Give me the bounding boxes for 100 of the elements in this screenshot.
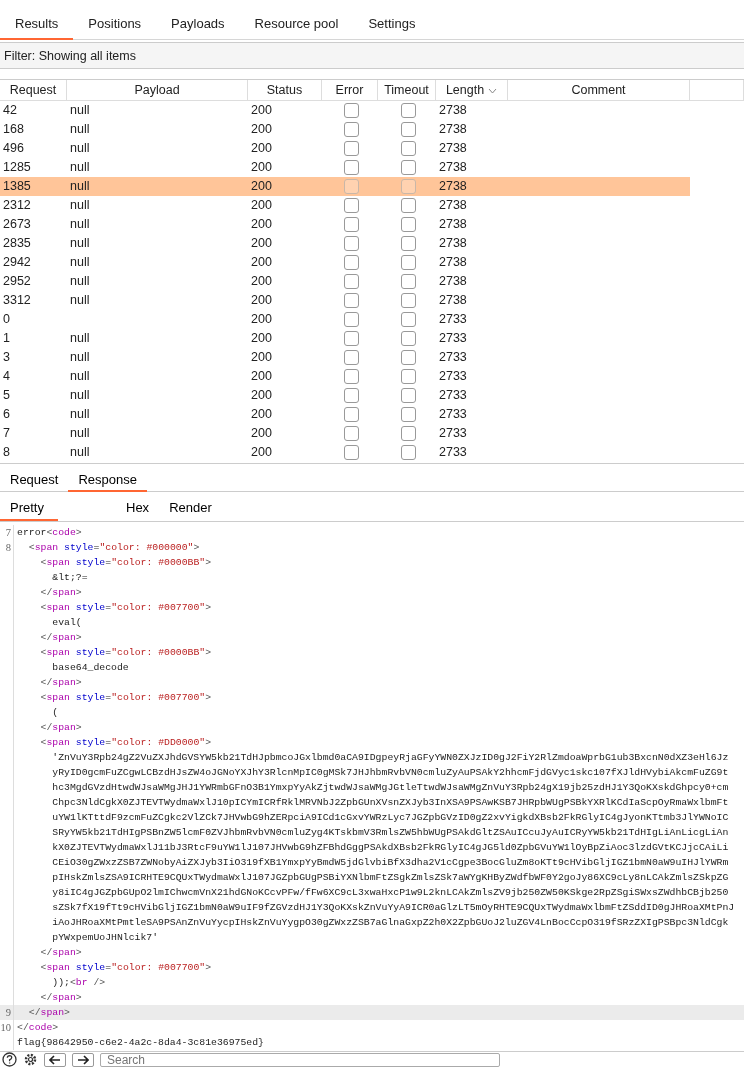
column-header[interactable]: Comment	[508, 80, 690, 101]
back-button[interactable]	[44, 1052, 66, 1067]
tab[interactable]: Settings	[353, 9, 431, 40]
table-row[interactable]: 496 null 200 2738	[0, 139, 744, 158]
table-row[interactable]: 2835 null 200 2738	[0, 234, 744, 253]
checkbox[interactable]	[401, 407, 416, 422]
table-row[interactable]: 168 null 200 2738	[0, 120, 744, 139]
checkbox[interactable]	[401, 388, 416, 403]
table-row[interactable]: 3 null 200 2733	[0, 348, 744, 367]
filter-bar[interactable]: Filter: Showing all items	[0, 42, 744, 69]
table-cell: null	[70, 160, 90, 174]
table-cell: 0	[3, 312, 10, 326]
checkbox[interactable]	[401, 179, 416, 194]
tab[interactable]: Payloads	[156, 9, 240, 40]
tab[interactable]: Hex	[116, 496, 160, 521]
checkbox[interactable]	[344, 388, 359, 403]
tab[interactable]: Request	[0, 470, 69, 492]
table-row[interactable]: 1 null 200 2733	[0, 329, 744, 348]
checkbox[interactable]	[344, 312, 359, 327]
checkbox[interactable]	[401, 103, 416, 118]
checkbox[interactable]	[401, 293, 416, 308]
checkbox[interactable]	[401, 274, 416, 289]
table-cell: 2738	[439, 179, 467, 193]
search-field[interactable]: Search	[100, 1052, 500, 1067]
code-line: sZSk7fX19fTt9cHVibGljIGZ1bmN0aW9uIF9fZGVzdHJ1Y3QoKXskZnVuYyA9ICR0aGlzLT5mOyRHTE9CQUxTWydmaWxlbmFtZSddID0gJHRoaXMtPnJ	[51, 901, 735, 915]
code-line: <span style="color: #DD0000">	[39, 736, 212, 750]
table-row[interactable]: 8 null 200 2733	[0, 443, 744, 462]
code-line: </span>	[39, 586, 82, 600]
checkbox[interactable]	[344, 407, 359, 422]
column-header[interactable]: Error	[322, 80, 378, 101]
table-row[interactable]: 0 200 2733	[0, 310, 744, 329]
table-row[interactable]: 5 null 200 2733	[0, 386, 744, 405]
table-cell: 2835	[3, 236, 31, 250]
help-icon[interactable]	[2, 1052, 17, 1067]
table-cell: 2733	[439, 312, 467, 326]
checkbox[interactable]	[344, 198, 359, 213]
column-header[interactable]: Timeout	[378, 80, 436, 101]
table-row[interactable]: 2312 null 200 2738	[0, 196, 744, 215]
forward-button[interactable]	[72, 1052, 94, 1067]
tab[interactable]: Pretty	[0, 496, 58, 521]
checkbox[interactable]	[344, 293, 359, 308]
table-row[interactable]: 1285 null 200 2738	[0, 158, 744, 177]
checkbox[interactable]	[344, 236, 359, 251]
settings-icon[interactable]	[23, 1052, 38, 1067]
table-cell: 200	[251, 103, 272, 117]
tab[interactable]: Response	[68, 470, 147, 492]
checkbox[interactable]	[344, 255, 359, 270]
table-row[interactable]: 3312 null 200 2738	[0, 291, 744, 310]
table-cell: 200	[251, 217, 272, 231]
tab[interactable]: Resource pool	[239, 9, 354, 40]
checkbox[interactable]	[344, 350, 359, 365]
table-row[interactable]: 6 null 200 2733	[0, 405, 744, 424]
table-row[interactable]: 7 null 200 2733	[0, 424, 744, 443]
table-cell: 7	[3, 426, 10, 440]
checkbox[interactable]	[401, 350, 416, 365]
checkbox[interactable]	[344, 274, 359, 289]
code-line: <span style="color: #0000BB">	[39, 646, 212, 660]
checkbox[interactable]	[344, 160, 359, 175]
tab[interactable]: Results	[0, 9, 74, 40]
checkbox[interactable]	[344, 103, 359, 118]
checkbox[interactable]	[344, 369, 359, 384]
table-cell: 2733	[439, 388, 467, 402]
table-row[interactable]: 1385 null 200 2738	[0, 177, 744, 196]
code-line: </span>	[27, 1006, 70, 1020]
checkbox[interactable]	[401, 445, 416, 460]
table-row[interactable]: 2673 null 200 2738	[0, 215, 744, 234]
checkbox[interactable]	[401, 312, 416, 327]
table-row[interactable]: 4 null 200 2733	[0, 367, 744, 386]
checkbox[interactable]	[401, 122, 416, 137]
table-row[interactable]: 2952 null 200 2738	[0, 272, 744, 291]
checkbox[interactable]	[401, 255, 416, 270]
checkbox[interactable]	[401, 331, 416, 346]
checkbox[interactable]	[401, 426, 416, 441]
column-header[interactable]: Status	[248, 80, 322, 101]
table-cell: 2738	[439, 255, 467, 269]
checkbox[interactable]	[401, 369, 416, 384]
code-line: <span style="color: #007700">	[39, 961, 212, 975]
table-cell: 496	[3, 141, 24, 155]
checkbox[interactable]	[401, 198, 416, 213]
checkbox[interactable]	[344, 331, 359, 346]
checkbox[interactable]	[344, 217, 359, 232]
checkbox[interactable]	[344, 141, 359, 156]
checkbox[interactable]	[344, 179, 359, 194]
table-cell: 3312	[3, 293, 31, 307]
column-header[interactable]: Payload	[67, 80, 248, 101]
checkbox[interactable]	[344, 426, 359, 441]
table-cell: 200	[251, 179, 272, 193]
checkbox[interactable]	[401, 141, 416, 156]
code-line: <span style="color: #0000BB">	[39, 556, 212, 570]
checkbox[interactable]	[344, 445, 359, 460]
tab[interactable]: Positions	[73, 9, 157, 40]
checkbox[interactable]	[344, 122, 359, 137]
table-row[interactable]: 2942 null 200 2738	[0, 253, 744, 272]
table-row[interactable]: 42 null 200 2738	[0, 101, 744, 120]
checkbox[interactable]	[401, 160, 416, 175]
checkbox[interactable]	[401, 236, 416, 251]
tab[interactable]: Render	[159, 496, 222, 521]
column-header[interactable]: Request	[0, 80, 67, 101]
checkbox[interactable]	[401, 217, 416, 232]
column-header[interactable]: Length	[436, 80, 508, 101]
